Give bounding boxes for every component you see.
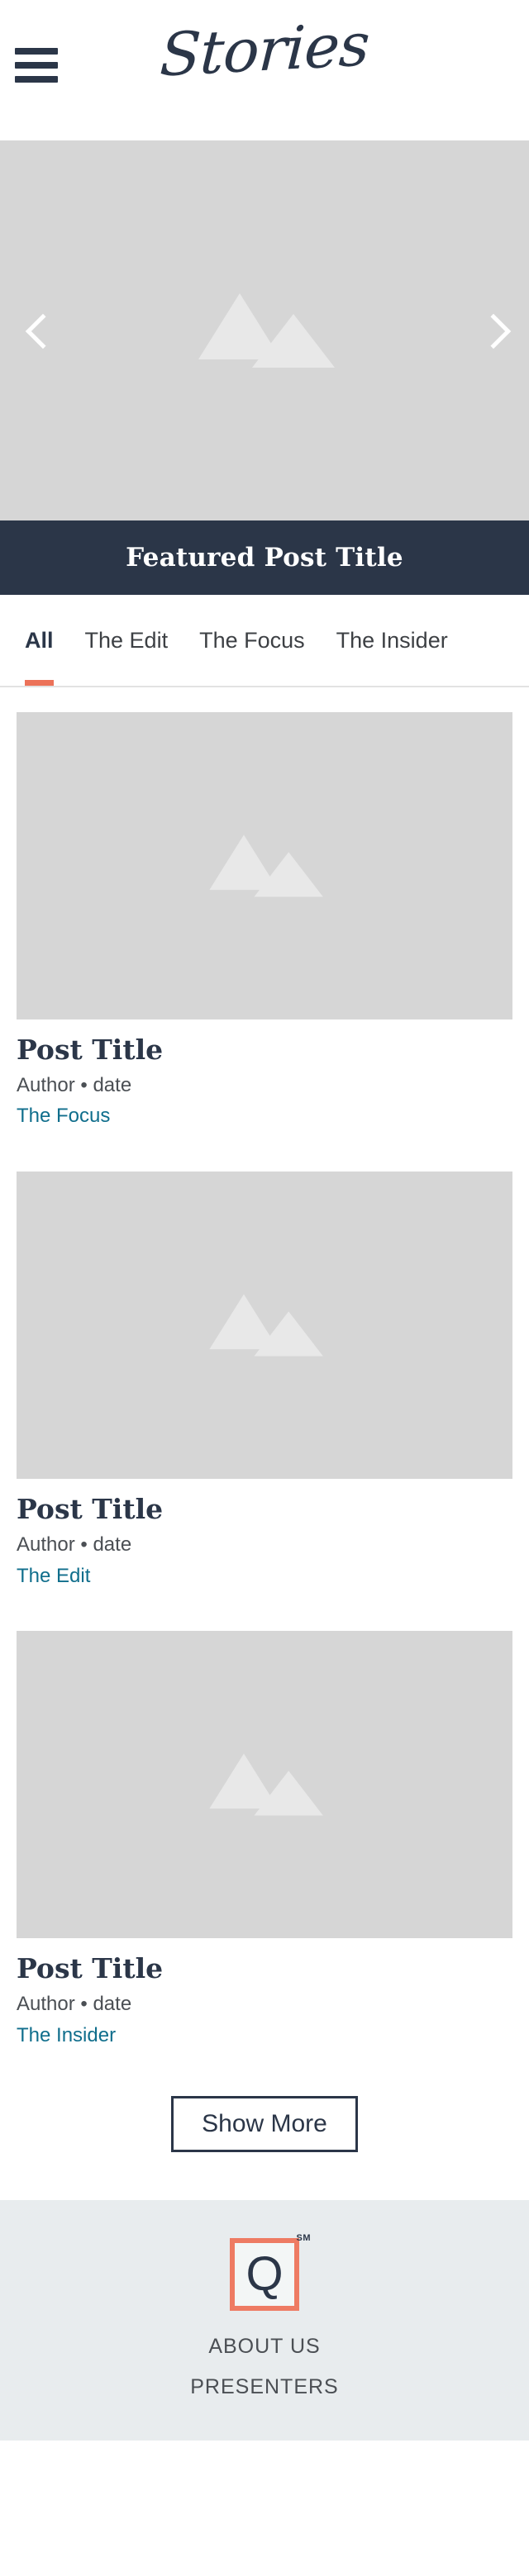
- category-tabs: All The Edit The Focus The Insider: [0, 595, 529, 687]
- site-footer: Q SM ABOUT US PRESENTERS: [0, 2199, 529, 2441]
- footer-nav: ABOUT US PRESENTERS: [0, 2335, 529, 2399]
- featured-post-title: Featured Post Title: [126, 543, 403, 573]
- post-meta: Author • date: [17, 1992, 132, 2015]
- post-category-link[interactable]: The Insider: [17, 2024, 512, 2048]
- post-thumbnail[interactable]: [17, 712, 512, 1019]
- carousel-prev-button[interactable]: [18, 302, 56, 359]
- footer-logo[interactable]: Q SM: [230, 2233, 311, 2311]
- mountain-placeholder-icon: [209, 834, 323, 897]
- post-title[interactable]: Post Title: [17, 1493, 512, 1526]
- tab-the-focus[interactable]: The Focus: [199, 595, 305, 686]
- footer-logo-letter: Q: [245, 2246, 284, 2301]
- site-header: Stories: [0, 0, 529, 140]
- post-list: Post Title Author • date The Focus Post …: [0, 687, 529, 2048]
- mountain-placeholder-icon: [198, 293, 335, 368]
- show-more-container: Show More: [0, 2090, 529, 2200]
- hero-carousel: [0, 140, 529, 520]
- post-meta: Author • date: [17, 1073, 132, 1096]
- chevron-right-icon: [481, 311, 503, 350]
- footer-link-about-us[interactable]: ABOUT US: [0, 2335, 529, 2359]
- mountain-placeholder-icon: [209, 1753, 323, 1816]
- carousel-next-button[interactable]: [473, 302, 511, 359]
- post-meta: Author • date: [17, 1533, 132, 1556]
- post-card: Post Title Author • date The Edit: [17, 1172, 512, 1588]
- footer-logo-servicemark: SM: [296, 2232, 311, 2243]
- tab-the-insider[interactable]: The Insider: [336, 595, 448, 686]
- show-more-button[interactable]: Show More: [171, 2095, 358, 2152]
- post-thumbnail[interactable]: [17, 1631, 512, 1939]
- chevron-left-icon: [26, 311, 48, 350]
- brand-logo[interactable]: Stories: [0, 0, 529, 102]
- post-card: Post Title Author • date The Insider: [17, 1631, 512, 2047]
- post-title[interactable]: Post Title: [17, 1034, 512, 1067]
- post-card: Post Title Author • date The Focus: [17, 712, 512, 1129]
- tab-the-edit[interactable]: The Edit: [85, 595, 169, 686]
- post-category-link[interactable]: The Edit: [17, 1565, 512, 1589]
- featured-post-bar[interactable]: Featured Post Title: [0, 520, 529, 595]
- post-title[interactable]: Post Title: [17, 1952, 512, 1985]
- post-thumbnail[interactable]: [17, 1172, 512, 1480]
- mountain-placeholder-icon: [209, 1294, 323, 1357]
- footer-link-presenters[interactable]: PRESENTERS: [0, 2375, 529, 2399]
- tab-all[interactable]: All: [25, 595, 54, 686]
- post-category-link[interactable]: The Focus: [17, 1105, 512, 1129]
- tabs-scroller[interactable]: All The Edit The Focus The Insider: [0, 595, 529, 686]
